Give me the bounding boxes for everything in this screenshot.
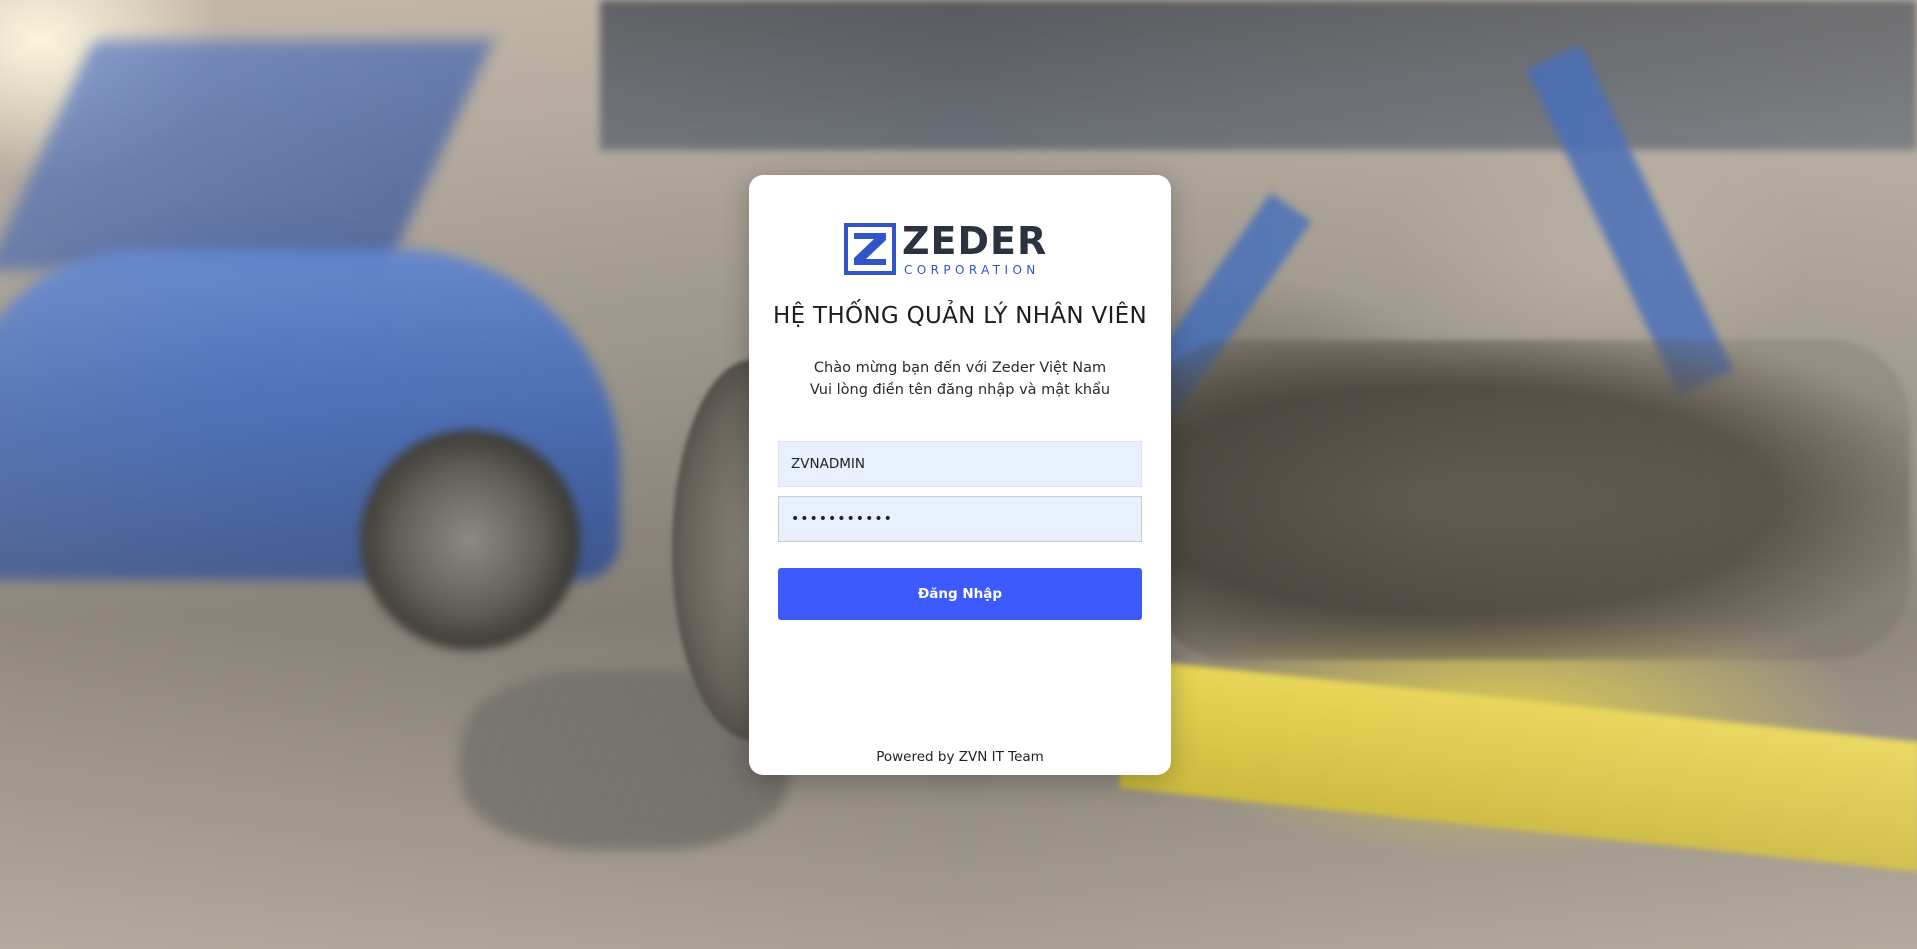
login-button[interactable]: Đăng Nhập — [778, 568, 1142, 620]
powered-by-footer: Powered by ZVN IT Team — [876, 749, 1044, 765]
password-input[interactable] — [778, 496, 1142, 542]
welcome-line-1: Chào mừng bạn đến với Zeder Việt Nam — [813, 360, 1107, 376]
welcome-line-2: Vui lòng điền tên đăng nhập và mật khẩu — [809, 382, 1111, 398]
brand-name: ZEDER — [902, 219, 1048, 263]
brand-subtitle: CORPORATION — [904, 263, 1040, 277]
brand-wordmark: ZEDER CORPORATION — [902, 222, 1047, 276]
login-card: ZEDER CORPORATION HỆ THỐNG QUẢN LÝ NHÂN … — [749, 175, 1171, 775]
zeder-z-logo-icon — [844, 223, 896, 275]
page-title: HỆ THỐNG QUẢN LÝ NHÂN VIÊN — [772, 303, 1148, 329]
brand-logo: ZEDER CORPORATION — [844, 222, 1079, 276]
username-input[interactable] — [778, 441, 1142, 487]
welcome-message: Chào mừng bạn đến với Zeder Việt Nam Vui… — [749, 357, 1171, 401]
